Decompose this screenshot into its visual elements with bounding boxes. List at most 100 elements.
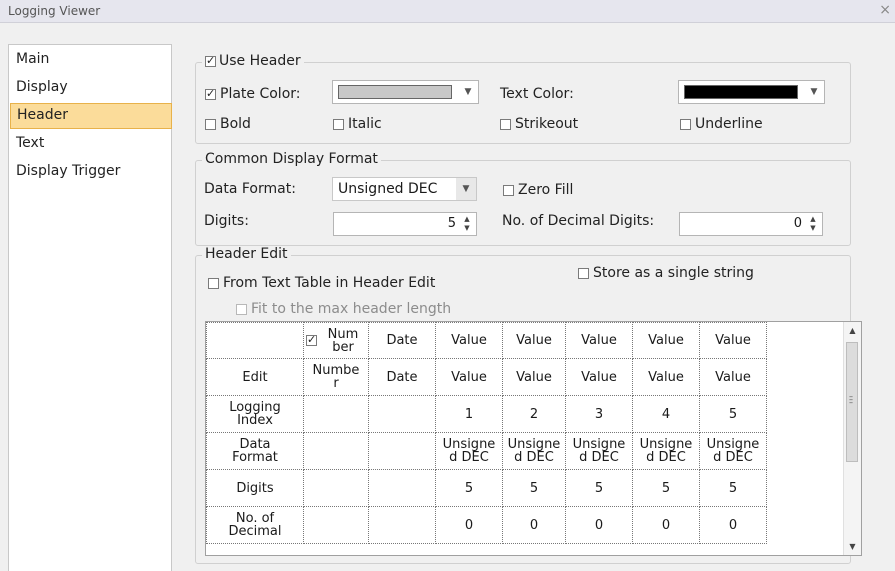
nav-item-display[interactable]: Display <box>10 75 170 99</box>
table-cell[interactable]: Unsigne d DEC <box>435 432 503 470</box>
table-header-row: Num ber Date Value Value Value Value Val… <box>206 322 767 359</box>
scroll-up-icon[interactable]: ▲ <box>844 322 861 339</box>
column-header-value[interactable]: Value <box>435 322 503 359</box>
store-single-string-label: Store as a single string <box>593 265 754 281</box>
header-edit-grid[interactable]: Num ber Date Value Value Value Value Val… <box>205 321 862 556</box>
plate-color-picker[interactable]: ▼ <box>332 80 479 104</box>
row-header: Data Format <box>206 432 304 470</box>
fit-max-length-checkbox[interactable]: Fit to the max header length <box>236 301 451 317</box>
table-cell[interactable]: 0 <box>632 506 700 544</box>
plate-color-checkbox[interactable]: Plate Color: <box>205 86 301 102</box>
spin-arrows-icon[interactable]: ▲ ▼ <box>461 215 473 233</box>
digits-stepper[interactable]: 5 ▲ ▼ <box>333 212 477 236</box>
fit-max-length-check-icon <box>236 303 247 315</box>
column-header-value[interactable]: Value <box>632 322 700 359</box>
column-header-number[interactable]: Num ber <box>303 322 369 359</box>
table-row: No. of Decimal 0 0 0 0 0 <box>206 506 767 544</box>
grip-icon: – – – <box>849 392 853 407</box>
table-cell[interactable]: 5 <box>699 469 767 507</box>
vertical-scrollbar[interactable]: ▲ – – – ▼ <box>843 322 861 555</box>
bold-check-icon <box>205 118 216 130</box>
chevron-down-icon: ▼ <box>456 178 476 200</box>
table-cell[interactable]: 0 <box>435 506 503 544</box>
table-cell[interactable]: 1 <box>435 395 503 433</box>
table-cell[interactable]: 0 <box>699 506 767 544</box>
table-cell[interactable]: Date <box>368 358 436 396</box>
window-title: Logging Viewer <box>8 4 101 18</box>
common-display-format-legend: Common Display Format <box>202 151 381 167</box>
table-cell[interactable] <box>303 432 369 470</box>
table-cell[interactable] <box>368 395 436 433</box>
column-header-date[interactable]: Date <box>368 322 436 359</box>
table-cell[interactable] <box>368 432 436 470</box>
table-cell[interactable]: Value <box>632 358 700 396</box>
column-header-label: Num ber <box>327 326 359 355</box>
title-bar: Logging Viewer × <box>0 0 895 23</box>
table-cell[interactable]: 0 <box>565 506 633 544</box>
table-cell[interactable]: Unsigne d DEC <box>502 432 566 470</box>
table-cell[interactable] <box>368 469 436 507</box>
close-icon[interactable]: × <box>879 2 891 18</box>
table-cell[interactable]: Value <box>502 358 566 396</box>
scroll-down-icon[interactable]: ▼ <box>844 538 861 555</box>
strikeout-checkbox[interactable]: Strikeout <box>500 116 578 132</box>
table-cell[interactable]: Unsigne d DEC <box>565 432 633 470</box>
table-cell[interactable]: 5 <box>435 469 503 507</box>
scroll-thumb[interactable]: – – – <box>846 342 858 462</box>
use-header-label: Use Header <box>219 53 301 69</box>
nav-item-text[interactable]: Text <box>10 131 170 155</box>
table-cell[interactable]: Value <box>565 358 633 396</box>
underline-check-icon <box>680 118 691 130</box>
italic-checkbox[interactable]: Italic <box>333 116 382 132</box>
use-header-checkbox[interactable]: Use Header <box>202 53 304 69</box>
nav-item-display-trigger[interactable]: Display Trigger <box>10 159 170 183</box>
table-cell[interactable]: 5 <box>632 469 700 507</box>
table-cell[interactable] <box>303 469 369 507</box>
column-header-value[interactable]: Value <box>502 322 566 359</box>
column-header-value[interactable]: Value <box>565 322 633 359</box>
table-cell[interactable]: 5 <box>502 469 566 507</box>
row-header: No. of Decimal <box>206 506 304 544</box>
store-single-string-checkbox[interactable]: Store as a single string <box>578 265 754 281</box>
chevron-down-icon: ▼ <box>464 87 472 97</box>
table-cell[interactable]: Unsigne d DEC <box>699 432 767 470</box>
table-cell[interactable]: 2 <box>502 395 566 433</box>
spin-arrows-icon[interactable]: ▲ ▼ <box>807 215 819 233</box>
table-cell[interactable] <box>368 506 436 544</box>
table-cell[interactable]: Value <box>699 358 767 396</box>
digits-value: 5 <box>447 216 456 231</box>
table-row: Digits 5 5 5 5 5 <box>206 469 767 507</box>
table-cell[interactable]: 5 <box>699 395 767 433</box>
decimal-digits-value: 0 <box>793 216 802 231</box>
decimal-digits-stepper[interactable]: 0 ▲ ▼ <box>679 212 823 236</box>
category-list: Main Display Header Text Display Trigger <box>8 44 172 571</box>
underline-checkbox[interactable]: Underline <box>680 116 763 132</box>
decimal-digits-label: No. of Decimal Digits: <box>502 213 655 229</box>
table-cell[interactable] <box>303 395 369 433</box>
zero-fill-check-icon <box>503 184 514 196</box>
grid-corner <box>206 322 304 359</box>
chevron-down-icon: ▼ <box>810 87 818 97</box>
bold-label: Bold <box>220 116 251 132</box>
bold-checkbox[interactable]: Bold <box>205 116 251 132</box>
table-row: Data Format Unsigne d DEC Unsigne d DEC … <box>206 432 767 470</box>
zero-fill-checkbox[interactable]: Zero Fill <box>503 182 573 198</box>
nav-item-header[interactable]: Header <box>10 103 172 129</box>
nav-item-main[interactable]: Main <box>10 47 170 71</box>
table-cell[interactable]: 3 <box>565 395 633 433</box>
table-cell[interactable] <box>303 506 369 544</box>
strikeout-label: Strikeout <box>515 116 579 132</box>
row-header: Digits <box>206 469 304 507</box>
table-cell[interactable]: Value <box>435 358 503 396</box>
data-format-select[interactable]: Unsigned DEC ▼ <box>332 177 477 201</box>
table-cell[interactable]: Unsigne d DEC <box>632 432 700 470</box>
table-cell[interactable]: 0 <box>502 506 566 544</box>
table-cell[interactable]: 4 <box>632 395 700 433</box>
from-text-table-checkbox[interactable]: From Text Table in Header Edit <box>208 275 435 291</box>
column-header-value[interactable]: Value <box>699 322 767 359</box>
number-column-check-icon[interactable] <box>306 333 317 346</box>
zero-fill-label: Zero Fill <box>518 182 574 198</box>
text-color-picker[interactable]: ▼ <box>678 80 825 104</box>
table-cell[interactable]: Numbe r <box>303 358 369 396</box>
table-cell[interactable]: 5 <box>565 469 633 507</box>
